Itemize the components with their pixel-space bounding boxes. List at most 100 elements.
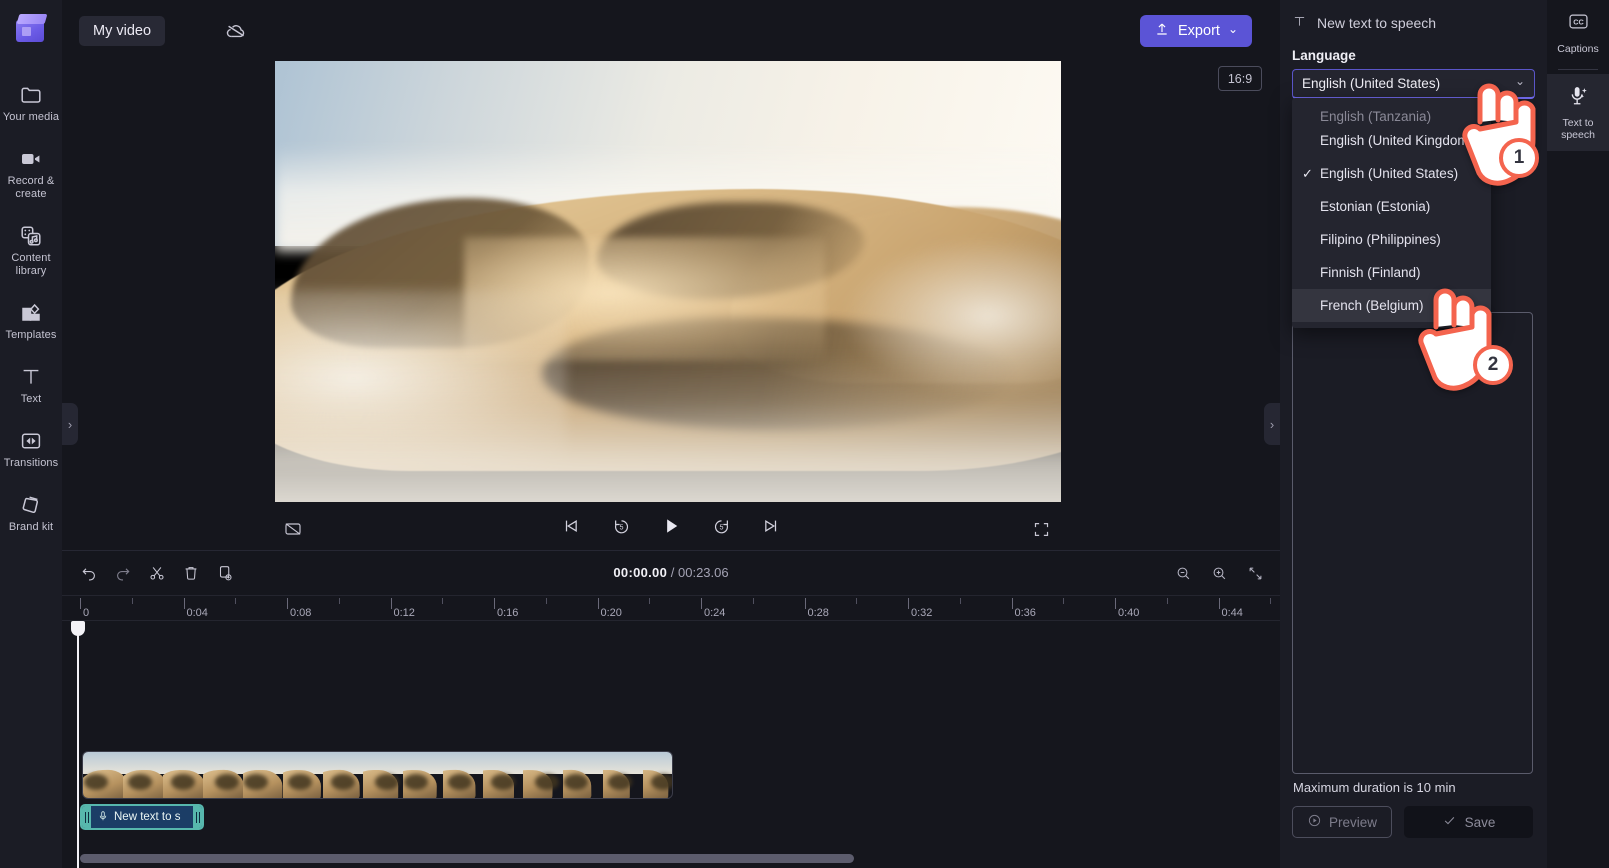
clip-trim-handle-left[interactable] [82, 806, 91, 828]
ruler-tick-major [1218, 598, 1220, 609]
video-preview[interactable] [275, 61, 1061, 502]
language-option[interactable]: ✓ English (United States) [1292, 157, 1491, 190]
project-title-field[interactable]: My video [79, 16, 166, 46]
ruler-tick-label: 0:44 [1221, 607, 1243, 619]
export-button[interactable]: Export ⌄ [1140, 15, 1252, 47]
sidebar-item-your-media[interactable]: Your media [0, 74, 62, 132]
skip-to-start-icon[interactable] [556, 511, 586, 541]
split-button[interactable] [142, 559, 172, 587]
svg-text:5: 5 [719, 523, 723, 531]
clipchamp-logo[interactable] [14, 12, 48, 46]
timeline-ruler[interactable]: 0 0:04 0:08 0:12 0:16 0:20 0:24 0:28 0:32 0:36 0:4… [62, 595, 1280, 621]
clipchamp-editor: Your media Record & create Content libra… [0, 0, 1609, 868]
skip-to-end-icon[interactable] [756, 511, 786, 541]
language-option[interactable]: English (United Kingdom) [1292, 124, 1491, 157]
timeline-tracks[interactable]: New text to s [62, 621, 1280, 868]
text-to-speech-panel: New text to speech Language English (Uni… [1280, 0, 1547, 868]
speech-text-input[interactable] [1292, 312, 1533, 774]
video-clip[interactable] [82, 751, 673, 799]
right-sidebar: CC Captions Text to speech [1547, 0, 1609, 868]
svg-text:CC: CC [1573, 17, 1584, 26]
expand-right-panel-button[interactable]: › [1264, 403, 1280, 445]
language-dropdown-list[interactable]: English (Tanzania) English (United Kingdo… [1292, 98, 1491, 328]
undo-button[interactable] [74, 559, 104, 587]
language-option-label: Filipino (Philippines) [1320, 232, 1441, 247]
sidebar-item-content-library[interactable]: Content library [0, 215, 62, 286]
sidebar-item-text[interactable]: Text [0, 356, 62, 414]
language-option[interactable]: Estonian (Estonia) [1292, 190, 1491, 223]
ruler-tick-minor [856, 598, 858, 604]
current-time: 00:00.00 [613, 565, 668, 580]
sidebar-nav: Your media Record & create Content libra… [0, 74, 62, 548]
captions-off-icon[interactable] [280, 517, 306, 541]
clip-thumbnail [283, 752, 323, 798]
fit-to-screen-icon[interactable] [1242, 559, 1268, 587]
clip-thumbnail [363, 752, 403, 798]
forward-5s-icon[interactable]: 5 [706, 511, 736, 541]
rewind-5s-icon[interactable]: 5 [606, 511, 636, 541]
video-camera-icon [19, 147, 43, 171]
ruler-tick-major [494, 598, 495, 609]
audio-clip-label: New text to s [114, 811, 181, 823]
play-icon[interactable] [656, 511, 686, 541]
timeline-scrollbar-track[interactable] [80, 854, 1244, 863]
tab-label: Text to speech [1561, 116, 1595, 142]
sidebar-item-templates[interactable]: Templates [0, 292, 62, 350]
cloud-offline-icon[interactable] [220, 16, 252, 46]
redo-button[interactable] [108, 559, 138, 587]
language-option-label: English (United States) [1320, 166, 1459, 181]
save-button[interactable]: Save [1404, 806, 1533, 838]
language-option-label: English (United Kingdom) [1320, 133, 1474, 148]
chevron-right-icon: › [67, 416, 73, 432]
tab-text-to-speech[interactable]: Text to speech [1547, 73, 1609, 151]
audio-clip-text-to-speech[interactable]: New text to s [80, 804, 204, 830]
ruler-tick-label: 0:12 [393, 607, 415, 619]
svg-text:5: 5 [619, 523, 623, 531]
sidebar-item-brand-kit[interactable]: Brand kit [0, 484, 62, 542]
clip-thumbnail [163, 752, 203, 798]
sidebar-item-label: Brand kit [8, 521, 54, 533]
playhead[interactable] [71, 621, 85, 868]
ruler-tick-label: 0:36 [1014, 607, 1036, 619]
chevron-down-icon: ⌄ [1514, 74, 1525, 88]
duplicate-button[interactable] [210, 559, 240, 587]
sidebar-item-label: Record & create [7, 175, 55, 200]
project-title-text: My video [93, 23, 152, 39]
language-select[interactable]: English (United States) ⌄ [1292, 69, 1535, 99]
tab-captions[interactable]: CC Captions [1547, 0, 1609, 65]
top-toolbar: My video Export ⌄ [62, 0, 1280, 62]
timeline-panel: 00:00.00 / 00:23.06 0 0:04 0:08 0:12 0:16 0:2… [62, 550, 1280, 868]
clip-trim-handle-right[interactable] [193, 806, 202, 828]
clip-thumbnail [243, 752, 283, 798]
zoom-out-icon[interactable] [1170, 559, 1196, 587]
sidebar-item-record-create[interactable]: Record & create [0, 138, 62, 209]
language-label: Language [1292, 48, 1356, 63]
preview-stage: 16:9 5 5 [62, 61, 1280, 550]
sidebar-item-label: Your media [2, 111, 60, 123]
player-controls: 5 5 [62, 504, 1280, 550]
ruler-tick-major [287, 598, 288, 609]
language-option[interactable]: French (Belgium) [1292, 289, 1491, 322]
ruler-tick-label: 0:16 [497, 607, 519, 619]
fullscreen-icon[interactable] [1028, 517, 1054, 541]
total-duration: 00:23.06 [678, 565, 729, 580]
playhead-handle[interactable] [71, 621, 85, 636]
timeline-scrollbar-thumb[interactable] [80, 854, 855, 863]
microphone-sparkle-icon [1567, 84, 1590, 112]
aspect-ratio-chip[interactable]: 16:9 [1218, 66, 1262, 91]
chevron-right-icon: › [1269, 416, 1275, 432]
expand-left-panel-button[interactable]: › [62, 403, 78, 445]
language-option[interactable]: English (Tanzania) [1292, 102, 1491, 124]
ruler-tick-label: 0:28 [807, 607, 829, 619]
ruler-tick-label: 0:40 [1118, 607, 1140, 619]
ruler-tick-minor [338, 598, 340, 604]
preview-button[interactable]: Preview [1292, 806, 1392, 838]
preview-label: Preview [1328, 814, 1377, 830]
zoom-in-icon[interactable] [1206, 559, 1232, 587]
ruler-tick-minor [752, 598, 754, 604]
delete-button[interactable] [176, 559, 206, 587]
templates-icon [19, 301, 43, 325]
language-option[interactable]: Filipino (Philippines) [1292, 223, 1491, 256]
sidebar-item-transitions[interactable]: Transitions [0, 420, 62, 478]
language-option[interactable]: Finnish (Finland) [1292, 256, 1491, 289]
